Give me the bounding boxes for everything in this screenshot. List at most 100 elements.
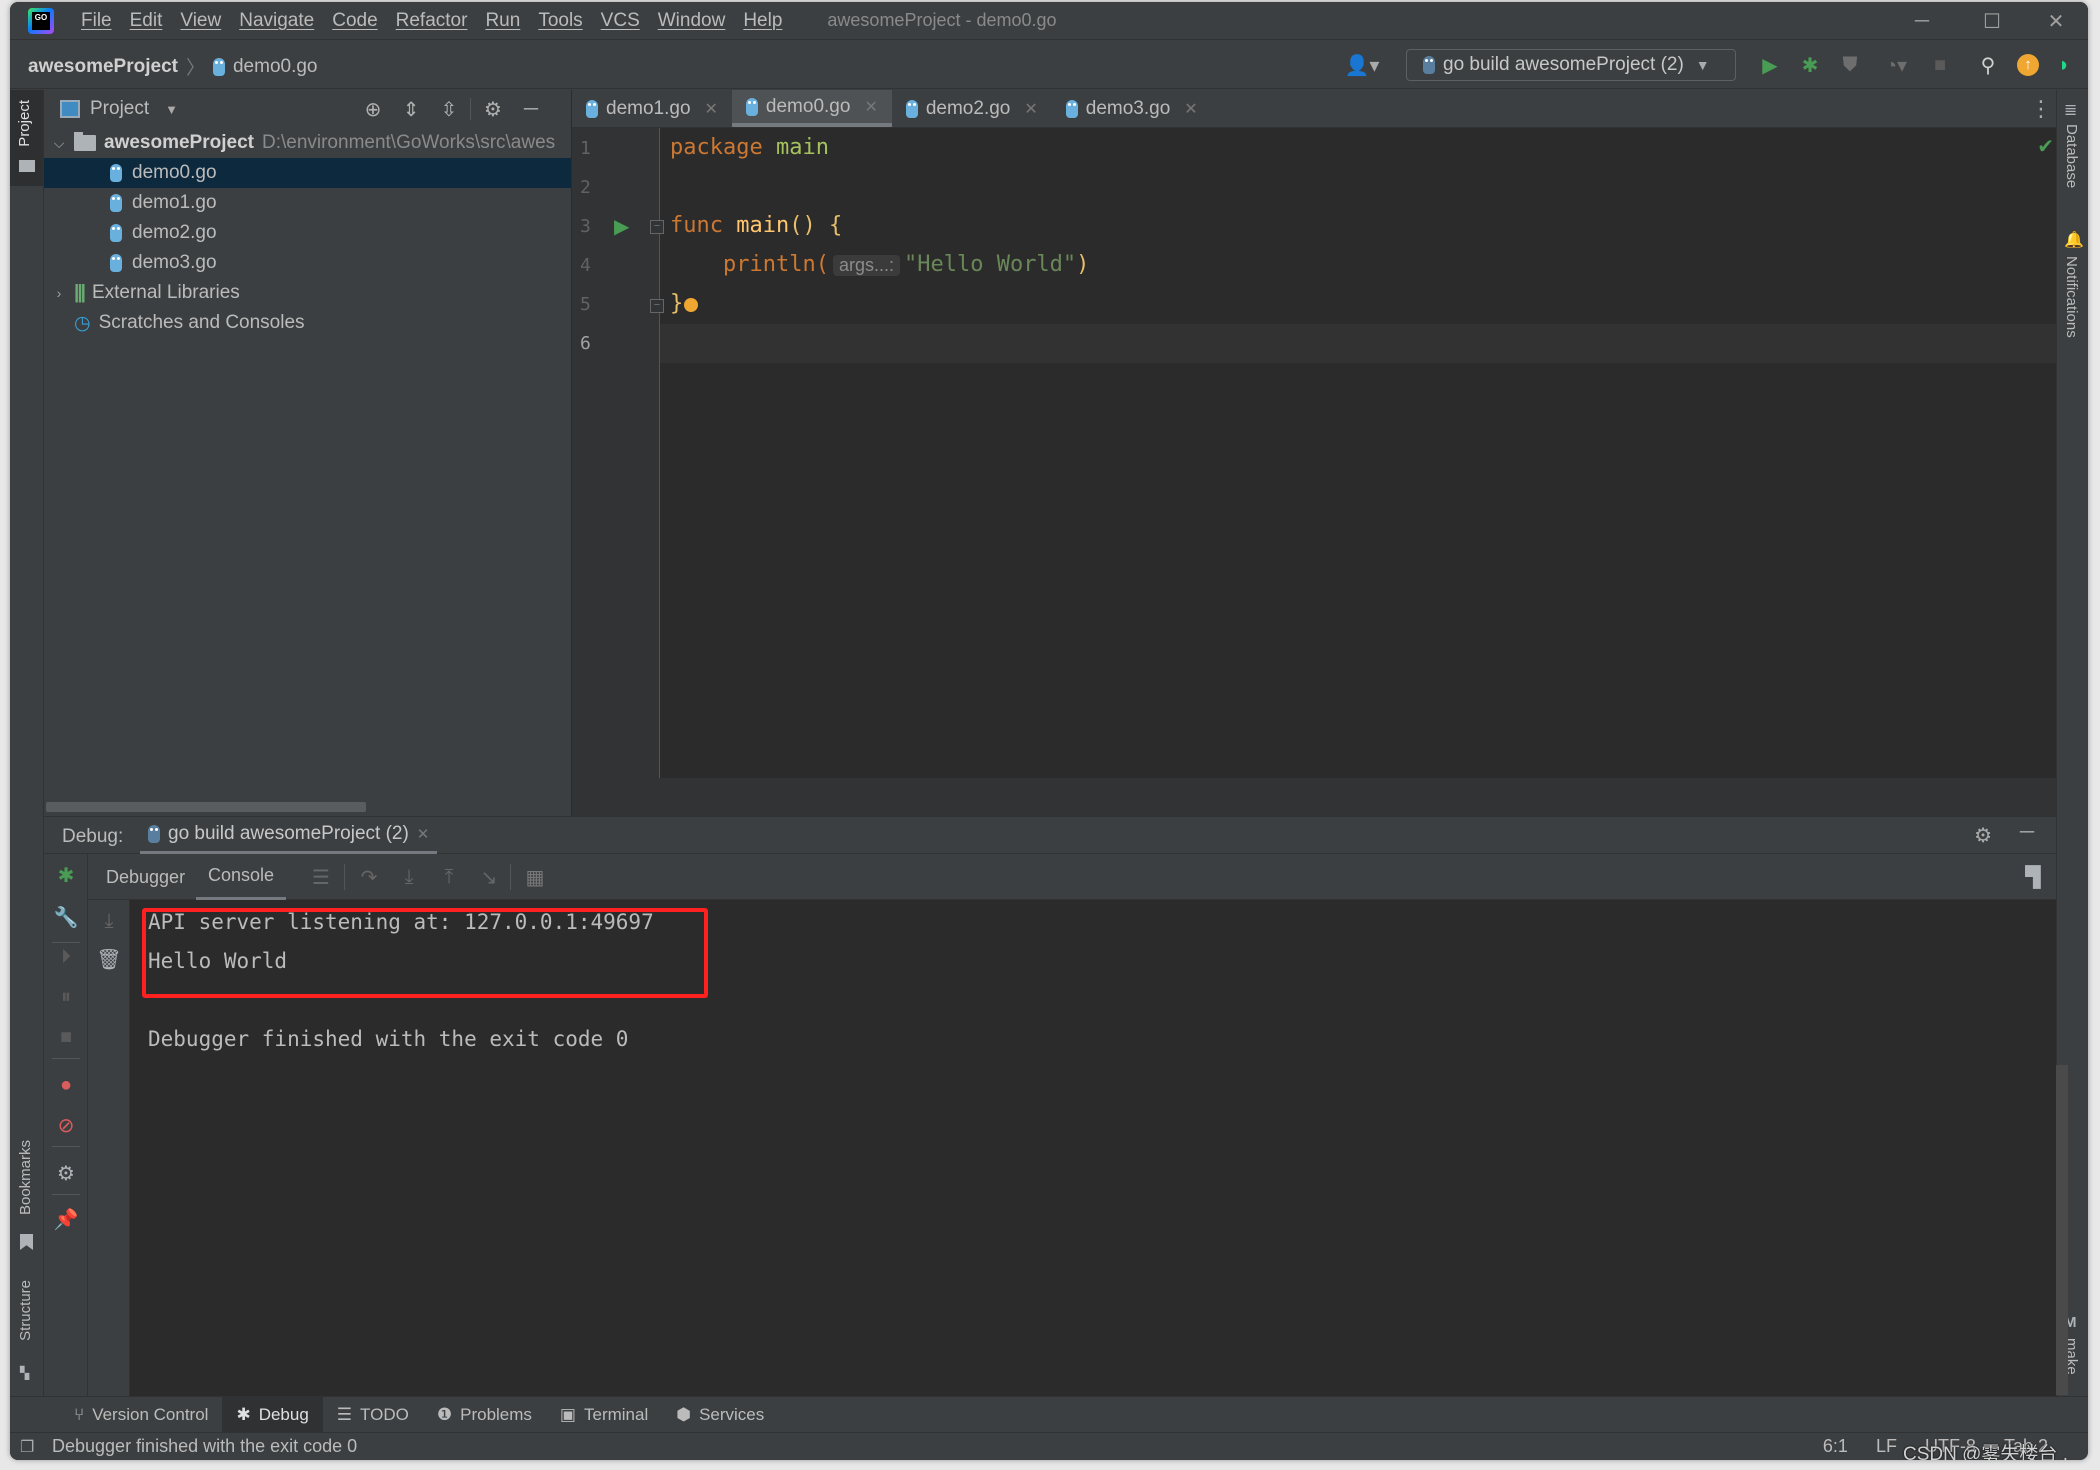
gear-icon[interactable]: ⚙ xyxy=(480,96,506,122)
pin-icon[interactable]: 📌 xyxy=(51,1204,81,1234)
menu-run[interactable]: Run xyxy=(476,10,529,32)
chevron-right-icon[interactable]: › xyxy=(52,285,66,301)
tree-item-external-libraries[interactable]: › ||| External Libraries xyxy=(44,278,571,308)
fold-icon[interactable]: − xyxy=(650,299,664,313)
step-out-icon[interactable]: ⤒ xyxy=(434,862,464,892)
tree-item-scratches[interactable]: ◷ Scratches and Consoles xyxy=(44,308,571,338)
locate-icon[interactable]: ⊕ xyxy=(360,96,386,122)
line-separator[interactable]: LF xyxy=(1876,1436,1897,1457)
tab-demo0[interactable]: demo0.go ✕ xyxy=(731,90,892,127)
tooltab-terminal[interactable]: ▣ Terminal xyxy=(546,1397,662,1433)
run-configuration-select[interactable]: go build awesomeProject (2) ▼ xyxy=(1406,49,1736,81)
expand-all-icon[interactable]: ⇕ xyxy=(398,96,424,122)
menu-window[interactable]: Window xyxy=(649,10,735,32)
menu-code[interactable]: Code xyxy=(323,10,386,32)
more-tabs-icon[interactable]: ⋮ xyxy=(2030,90,2052,127)
pause-icon[interactable]: ⏸ xyxy=(51,982,81,1012)
toolbox-icon[interactable]: ◗ xyxy=(2050,51,2078,79)
settings-icon[interactable]: ⚙ xyxy=(51,1158,81,1188)
threads-icon[interactable]: ☰ xyxy=(306,862,336,892)
search-icon[interactable]: ⚲ xyxy=(1974,51,2002,79)
fold-icon[interactable]: − xyxy=(650,220,664,234)
project-panel-title[interactable]: Project xyxy=(90,98,149,120)
bookmarks-stripe-label[interactable]: Bookmarks xyxy=(17,1140,34,1215)
tab-console[interactable]: Console xyxy=(196,854,287,900)
debug-icon[interactable]: ✱ xyxy=(1796,51,1824,79)
resume-icon[interactable]: ⏵ xyxy=(51,942,81,972)
hide-panel-icon[interactable]: ─ xyxy=(2020,821,2034,844)
tree-root-awesomeproject[interactable]: ⌵ awesomeProject D:\environment\GoWorks\… xyxy=(44,128,571,158)
tree-item-demo2[interactable]: demo2.go xyxy=(44,218,571,248)
mute-breakpoints-icon[interactable]: ⊘ xyxy=(51,1110,81,1140)
project-tool-button[interactable]: Project xyxy=(10,90,43,186)
maximize-button[interactable]: ☐ xyxy=(1958,2,2026,40)
update-icon[interactable]: ↑ xyxy=(2014,51,2042,79)
close-tab-icon[interactable]: ✕ xyxy=(417,825,430,843)
stop-icon[interactable]: ■ xyxy=(51,1022,81,1052)
close-button[interactable]: ✕ xyxy=(2022,2,2088,40)
close-tab-icon[interactable]: ✕ xyxy=(705,99,718,119)
user-icon[interactable]: 👤▾ xyxy=(1340,51,1384,79)
inspection-ok-icon[interactable]: ✔ xyxy=(2037,134,2054,159)
scroll-to-end-icon[interactable]: ⤓ xyxy=(94,906,124,936)
menu-help[interactable]: Help xyxy=(734,10,791,32)
run-gutter-icon[interactable]: ▶ xyxy=(614,214,629,239)
chevron-down-icon[interactable]: ⌵ xyxy=(52,135,66,152)
close-tab-icon[interactable]: ✕ xyxy=(864,97,877,117)
tooltab-version-control[interactable]: ⑂ Version Control xyxy=(60,1397,222,1433)
run-icon[interactable]: ▶ xyxy=(1756,51,1784,79)
coverage-icon[interactable]: ⛊ xyxy=(1836,51,1864,79)
menu-vcs[interactable]: VCS xyxy=(592,10,649,32)
collapse-all-icon[interactable]: ⇳ xyxy=(436,96,462,122)
menu-view[interactable]: View xyxy=(171,10,230,32)
hide-panel-icon[interactable]: ─ xyxy=(518,96,544,122)
breadcrumb-file[interactable]: demo0.go xyxy=(233,56,318,78)
breadcrumb-project[interactable]: awesomeProject xyxy=(28,56,178,78)
menu-edit[interactable]: Edit xyxy=(121,10,172,32)
lightbulb-icon[interactable] xyxy=(684,298,698,312)
layout-settings-icon[interactable]: ▜ xyxy=(2018,862,2048,892)
tree-item-demo1[interactable]: demo1.go xyxy=(44,188,571,218)
tree-item-demo0[interactable]: demo0.go xyxy=(44,158,571,188)
tab-demo1[interactable]: demo1.go ✕ xyxy=(572,90,732,127)
tree-item-demo3[interactable]: demo3.go xyxy=(44,248,571,278)
menu-file[interactable]: File xyxy=(72,10,121,32)
close-tab-icon[interactable]: ✕ xyxy=(1184,99,1197,119)
root-name: awesomeProject xyxy=(104,132,254,153)
close-tab-icon[interactable]: ✕ xyxy=(1024,99,1037,119)
caret-position[interactable]: 6:1 xyxy=(1823,1436,1848,1457)
profile-icon[interactable]: ◔▾ xyxy=(1874,51,1918,79)
minimize-button[interactable]: ─ xyxy=(1888,2,1956,40)
debug-session-tab[interactable]: go build awesomeProject (2) ✕ xyxy=(140,817,438,855)
tab-demo2[interactable]: demo2.go ✕ xyxy=(892,90,1052,127)
debug-panel-header: Debug: go build awesomeProject (2) ✕ ⚙ ─ xyxy=(44,816,2056,855)
tooltab-problems[interactable]: ❶ Problems xyxy=(423,1397,546,1433)
wrench-icon[interactable]: 🔧 xyxy=(51,902,81,932)
debug-console[interactable]: API server listening at: 127.0.0.1:49697… xyxy=(130,900,2068,1396)
chevron-down-icon[interactable]: ▼ xyxy=(165,102,178,117)
evaluate-expression-icon[interactable]: ▦ xyxy=(520,862,550,892)
run-to-cursor-icon[interactable]: ↘ xyxy=(474,862,504,892)
tooltab-debug[interactable]: ✱ Debug xyxy=(222,1396,323,1433)
toggle-tool-windows-icon[interactable]: ❐ xyxy=(20,1437,34,1457)
menu-navigate[interactable]: Navigate xyxy=(230,10,323,32)
notifications-stripe-label[interactable]: Notifications xyxy=(2063,256,2080,338)
vertical-scrollbar[interactable] xyxy=(2056,1065,2068,1395)
step-into-icon[interactable]: ⤓ xyxy=(394,862,424,892)
structure-stripe-label[interactable]: Structure xyxy=(17,1280,34,1341)
trash-icon[interactable]: 🗑 xyxy=(94,944,124,974)
tooltab-todo[interactable]: ☰ TODO xyxy=(323,1397,423,1433)
tooltab-services[interactable]: ⬢ Services xyxy=(662,1397,778,1433)
horizontal-scrollbar[interactable] xyxy=(46,802,366,812)
stop-icon[interactable]: ■ xyxy=(1926,51,1954,79)
menu-refactor[interactable]: Refactor xyxy=(387,10,477,32)
tab-debugger[interactable]: Debugger xyxy=(94,854,197,900)
code-editor[interactable]: 1 2 3 4 5 6 ▶ − − package main func main… xyxy=(572,128,2066,816)
tab-label: demo3.go xyxy=(1085,97,1171,119)
menu-tools[interactable]: Tools xyxy=(529,10,591,32)
tab-demo3[interactable]: demo3.go ✕ xyxy=(1052,90,1212,127)
view-breakpoints-icon[interactable]: ● xyxy=(51,1070,81,1100)
database-stripe-label[interactable]: Database xyxy=(2063,124,2080,188)
step-over-icon[interactable]: ↷ xyxy=(354,862,384,892)
gear-icon[interactable]: ⚙ xyxy=(1974,823,1992,848)
